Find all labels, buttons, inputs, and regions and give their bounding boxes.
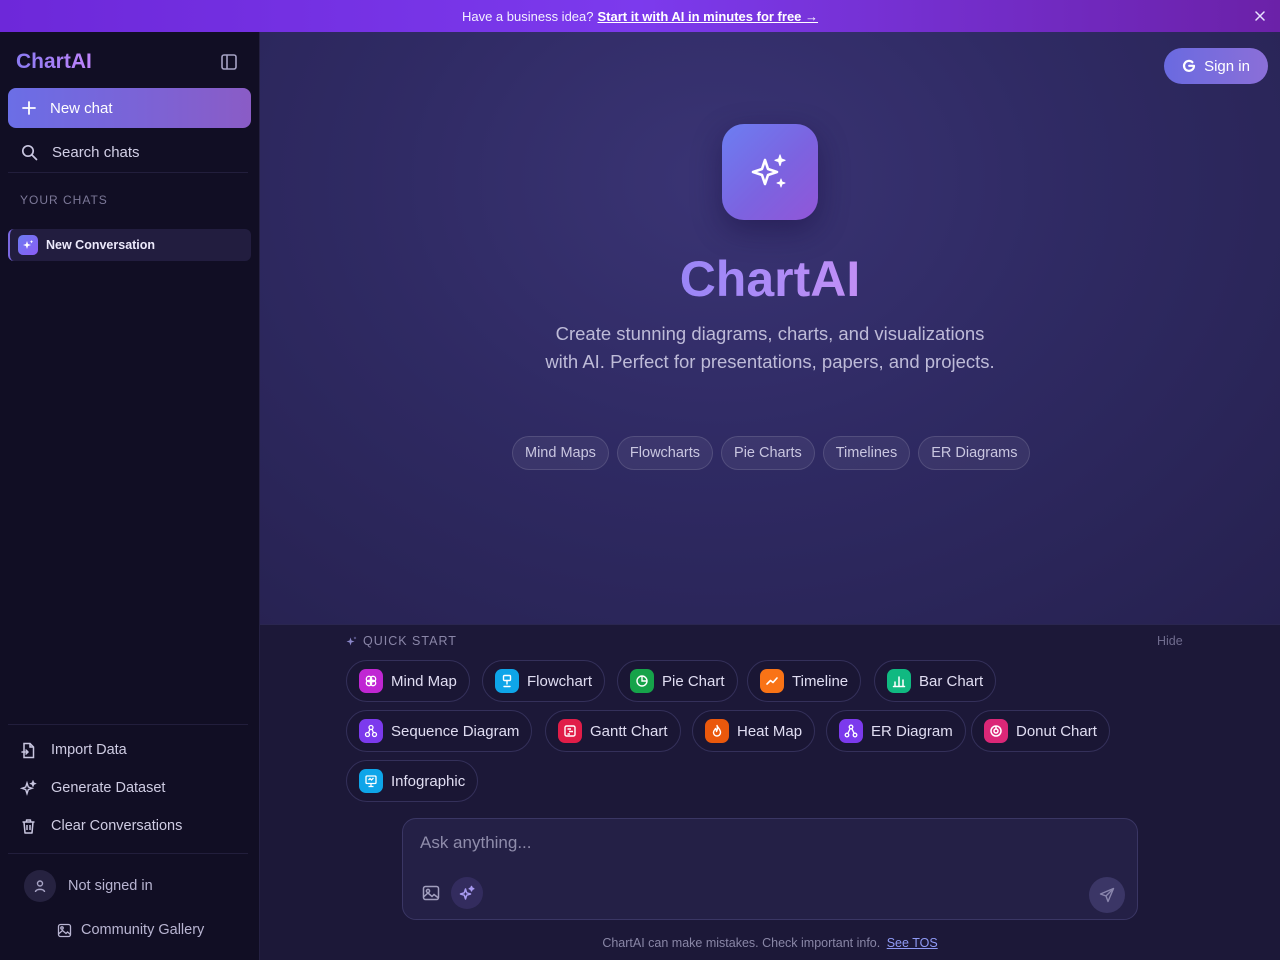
quick-start-gantt-chart[interactable]: Gantt Chart bbox=[545, 710, 681, 752]
quick-start-heading: QUICK START bbox=[346, 634, 457, 648]
quick-start-flowchart[interactable]: Flowchart bbox=[482, 660, 606, 702]
quick-start-mind-map[interactable]: Mind Map bbox=[346, 660, 470, 702]
banner-text: Have a business idea? bbox=[461, 8, 594, 24]
quick-start-timeline[interactable]: Timeline bbox=[747, 660, 862, 702]
image-upload-icon[interactable] bbox=[421, 883, 443, 905]
chip-label: Gantt Chart bbox=[590, 722, 668, 740]
disclaimer: ChartAI can make mistakes. Check importa… bbox=[260, 936, 1280, 950]
chat-list-item[interactable]: New Conversation bbox=[8, 229, 251, 261]
banner-link[interactable]: Start it with AI in minutes for free → bbox=[597, 9, 818, 24]
brain-icon bbox=[359, 669, 383, 693]
magic-sparkles-icon[interactable] bbox=[451, 877, 483, 909]
sparkles-icon bbox=[751, 154, 786, 188]
sparkles-icon bbox=[346, 636, 357, 645]
chip-label: Bar Chart bbox=[919, 672, 984, 690]
chip-label: Flowchart bbox=[527, 672, 593, 690]
donut-chart-icon bbox=[984, 719, 1008, 743]
clear-conversations-label: Clear Conversations bbox=[51, 818, 183, 834]
community-gallery-label: Community Gallery bbox=[81, 922, 205, 938]
feature-pills: Mind Maps Flowcharts Pie Charts Timeline… bbox=[512, 436, 1031, 470]
clear-conversations-button[interactable]: Clear Conversations bbox=[8, 808, 251, 844]
timeline-icon bbox=[760, 669, 784, 693]
chat-item-label: New Conversation bbox=[46, 238, 156, 252]
sidebar-toggle-icon[interactable] bbox=[219, 52, 239, 72]
quick-start-sequence-diagram[interactable]: Sequence Diagram bbox=[346, 710, 533, 752]
user-icon bbox=[24, 870, 56, 902]
quick-start-label: QUICK START bbox=[363, 634, 457, 648]
search-chats-button[interactable]: Search chats bbox=[8, 132, 251, 172]
chat-composer: Ask anything... bbox=[402, 818, 1138, 920]
feature-pill: ER Diagrams bbox=[918, 436, 1031, 470]
promo-banner: Have a business idea? Start it with AI i… bbox=[0, 0, 1280, 32]
feature-pill: Pie Charts bbox=[721, 436, 815, 470]
community-gallery-link[interactable]: Community Gallery bbox=[57, 922, 204, 938]
chip-label: ER Diagram bbox=[871, 722, 953, 740]
google-icon bbox=[1183, 59, 1196, 72]
chip-label: Timeline bbox=[792, 672, 849, 690]
chip-label: Mind Map bbox=[391, 672, 457, 690]
chip-label: Sequence Diagram bbox=[391, 722, 520, 740]
chip-label: Infographic bbox=[391, 772, 466, 790]
sign-in-label: Sign in bbox=[1204, 57, 1250, 75]
hero-subtitle: Create stunning diagrams, charts, and vi… bbox=[545, 323, 995, 372]
chip-label: Pie Chart bbox=[662, 672, 725, 690]
user-status-label: Not signed in bbox=[68, 878, 153, 894]
feature-pill: Mind Maps bbox=[512, 436, 609, 470]
chip-label: Heat Map bbox=[737, 722, 803, 740]
sequence-icon bbox=[359, 719, 383, 743]
search-chats-label: Search chats bbox=[52, 143, 140, 161]
close-icon[interactable] bbox=[1252, 8, 1268, 24]
gantt-icon bbox=[558, 719, 582, 743]
sidebar: ChartAI New chat Search chats YOUR CHATS… bbox=[0, 32, 260, 960]
import-data-label: Import Data bbox=[51, 742, 127, 758]
generate-dataset-button[interactable]: Generate Dataset bbox=[8, 770, 251, 806]
quick-start-infographic[interactable]: Infographic bbox=[346, 760, 479, 802]
new-chat-label: New chat bbox=[50, 99, 113, 117]
quick-start-donut-chart[interactable]: Donut Chart bbox=[971, 710, 1110, 752]
sparkles-icon bbox=[20, 779, 37, 796]
quick-start-bar-chart[interactable]: Bar Chart bbox=[874, 660, 997, 702]
presentation-icon bbox=[359, 769, 383, 793]
trash-icon bbox=[22, 818, 35, 834]
divider bbox=[8, 853, 248, 854]
send-icon[interactable] bbox=[1089, 877, 1125, 913]
import-data-button[interactable]: Import Data bbox=[8, 732, 251, 768]
quick-start-pie-chart[interactable]: Pie Chart bbox=[617, 660, 738, 702]
bar-chart-icon bbox=[887, 669, 911, 693]
quick-start-er-diagram[interactable]: ER Diagram bbox=[826, 710, 966, 752]
pie-chart-icon bbox=[630, 669, 654, 693]
your-chats-heading: YOUR CHATS bbox=[20, 193, 108, 207]
quick-start-heat-map[interactable]: Heat Map bbox=[692, 710, 816, 752]
search-icon bbox=[21, 144, 38, 160]
brand-logo[interactable]: ChartAI bbox=[16, 50, 92, 74]
plus-icon bbox=[22, 101, 36, 115]
divider bbox=[8, 724, 248, 725]
user-status[interactable]: Not signed in bbox=[24, 870, 153, 902]
file-import-icon bbox=[21, 742, 35, 758]
divider bbox=[8, 172, 248, 173]
hero-title: ChartAI bbox=[610, 250, 930, 308]
flowchart-icon bbox=[495, 669, 519, 693]
generate-dataset-label: Generate Dataset bbox=[51, 780, 166, 796]
chat-input[interactable]: Ask anything... bbox=[420, 833, 532, 853]
feature-pill: Timelines bbox=[822, 436, 911, 470]
chip-label: Donut Chart bbox=[1016, 722, 1097, 740]
disclaimer-text: ChartAI can make mistakes. Check importa… bbox=[602, 936, 881, 950]
feature-pill: Flowcharts bbox=[616, 436, 714, 470]
image-icon bbox=[57, 923, 72, 937]
flame-icon bbox=[705, 719, 729, 743]
new-chat-button[interactable]: New chat bbox=[8, 88, 251, 128]
app-logo bbox=[722, 124, 818, 220]
see-tos-link[interactable]: See TOS bbox=[887, 936, 938, 950]
er-diagram-icon bbox=[839, 719, 863, 743]
sparkles-icon bbox=[18, 235, 38, 255]
sign-in-button[interactable]: Sign in bbox=[1164, 48, 1268, 84]
hide-quick-start-button[interactable]: Hide bbox=[1157, 634, 1183, 648]
